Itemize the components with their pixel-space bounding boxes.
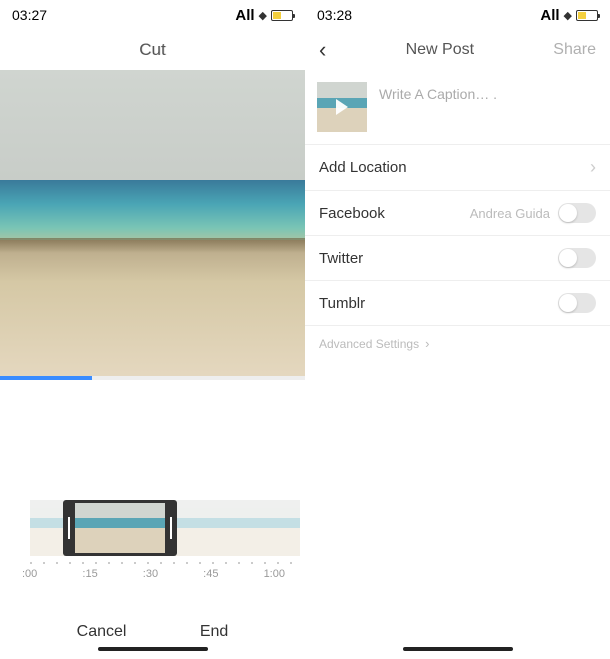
battery-icon bbox=[576, 10, 598, 21]
time-label: :00 bbox=[22, 568, 37, 580]
status-right: All ◆ bbox=[235, 7, 293, 24]
nav-bar: ‹ New Post Share bbox=[305, 30, 610, 70]
add-location-row[interactable]: Add Location › bbox=[305, 145, 610, 191]
status-right: All ◆ bbox=[540, 7, 598, 24]
time-label: :45 bbox=[203, 568, 218, 580]
battery-icon bbox=[271, 10, 293, 21]
video-thumbnail[interactable] bbox=[317, 82, 367, 132]
chevron-right-icon: › bbox=[425, 336, 429, 351]
carrier-label: All bbox=[540, 7, 559, 24]
timeline-thumb bbox=[120, 500, 165, 556]
caption-row: Write A Caption… . bbox=[305, 70, 610, 145]
wifi-icon: ◆ bbox=[259, 9, 267, 22]
wifi-icon: ◆ bbox=[564, 9, 572, 22]
row-label: Twitter bbox=[319, 250, 363, 267]
time-labels: :00 :15 :30 :45 1:00 bbox=[22, 568, 295, 580]
cut-screen: 03:27 All ◆ Cut bbox=[0, 0, 305, 659]
timeline[interactable]: :00 :15 :30 :45 1:00 bbox=[0, 500, 305, 580]
time-label: :15 bbox=[82, 568, 97, 580]
page-title: New Post bbox=[406, 41, 474, 59]
facebook-username: Andrea Guida bbox=[470, 206, 550, 221]
timeline-thumb bbox=[30, 500, 75, 556]
tumblr-toggle[interactable] bbox=[558, 293, 596, 313]
playback-progress[interactable] bbox=[0, 376, 92, 380]
time-label: :30 bbox=[143, 568, 158, 580]
row-label: Add Location bbox=[319, 159, 407, 176]
facebook-toggle[interactable] bbox=[558, 203, 596, 223]
twitter-row: Twitter bbox=[305, 236, 610, 281]
back-button[interactable]: ‹ bbox=[319, 37, 326, 63]
bottom-actions: Cancel End bbox=[0, 623, 305, 641]
new-post-screen: 03:28 All ◆ ‹ New Post Share Write A Cap… bbox=[305, 0, 610, 659]
row-label: Facebook bbox=[319, 205, 385, 222]
share-button[interactable]: Share bbox=[553, 41, 596, 59]
timeline-thumb bbox=[165, 500, 210, 556]
chevron-right-icon: › bbox=[590, 157, 596, 178]
timeline-thumb bbox=[75, 500, 120, 556]
end-button[interactable]: End bbox=[200, 623, 228, 641]
time-label: 1:00 bbox=[264, 568, 285, 580]
status-bar: 03:28 All ◆ bbox=[305, 0, 610, 30]
timeline-thumb bbox=[255, 500, 300, 556]
home-indicator[interactable] bbox=[403, 647, 513, 651]
cancel-button[interactable]: Cancel bbox=[77, 623, 127, 641]
caption-input[interactable]: Write A Caption… . bbox=[379, 82, 497, 132]
tick-marks bbox=[30, 562, 295, 564]
home-indicator[interactable] bbox=[98, 647, 208, 651]
status-bar: 03:27 All ◆ bbox=[0, 0, 305, 30]
nav-bar: Cut bbox=[0, 30, 305, 70]
tumblr-row: Tumblr bbox=[305, 281, 610, 326]
advanced-label: Advanced Settings bbox=[319, 337, 419, 351]
carrier-label: All bbox=[235, 7, 254, 24]
row-label: Tumblr bbox=[319, 295, 365, 312]
status-time: 03:28 bbox=[317, 7, 352, 23]
twitter-toggle[interactable] bbox=[558, 248, 596, 268]
play-icon bbox=[336, 99, 348, 115]
facebook-row: Facebook Andrea Guida bbox=[305, 191, 610, 236]
advanced-settings-link[interactable]: Advanced Settings › bbox=[305, 326, 610, 361]
page-title: Cut bbox=[139, 40, 165, 60]
status-time: 03:27 bbox=[12, 7, 47, 23]
timeline-thumb bbox=[210, 500, 255, 556]
video-preview[interactable] bbox=[0, 70, 305, 380]
